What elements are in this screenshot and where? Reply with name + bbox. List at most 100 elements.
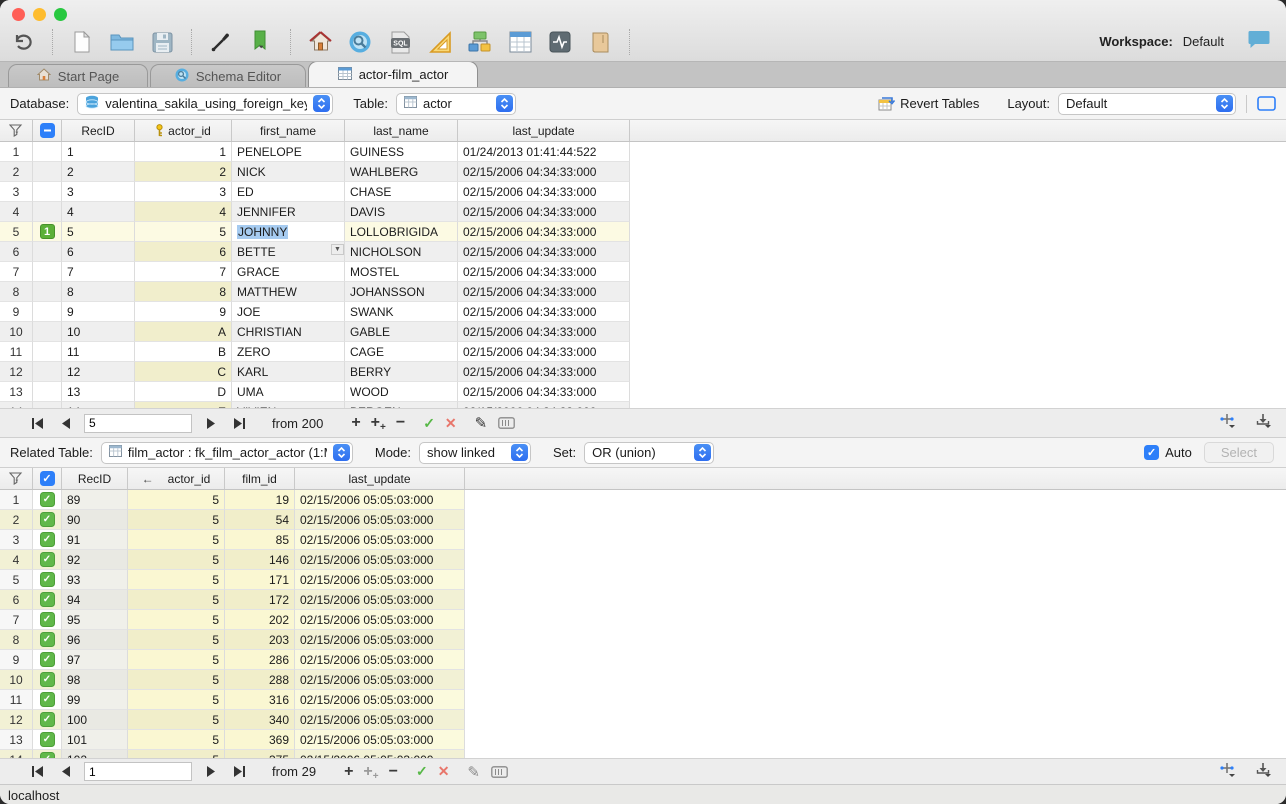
table-row[interactable]: 777GRACEMOSTEL02/15/2006 04:34:33:000 (0, 262, 1286, 282)
cell-film-id[interactable]: 19 (225, 490, 295, 510)
cell-last-name[interactable]: WAHLBERG (345, 162, 458, 182)
cell-recid[interactable]: 93 (62, 570, 128, 590)
cell-first-name[interactable]: BETTE (232, 242, 345, 262)
row-number[interactable]: 11 (0, 690, 33, 710)
row-select-cell[interactable]: ✓ (33, 570, 62, 590)
row-select-cell[interactable]: ✓ (33, 530, 62, 550)
delete-record-button[interactable]: − (389, 763, 398, 781)
table-row[interactable]: 3✓9158502/15/2006 05:05:03:000 (0, 530, 1286, 550)
cell-recid[interactable]: 8 (62, 282, 135, 302)
row-number[interactable]: 11 (0, 342, 33, 362)
cell-last-name[interactable]: SWANK (345, 302, 458, 322)
cell-actor-id[interactable]: 5 (128, 750, 225, 758)
cell-first-name[interactable]: JOHNNY (232, 222, 345, 242)
cell-recid[interactable]: 1 (62, 142, 135, 162)
cell-actor-id[interactable]: 5 (128, 510, 225, 530)
cell-last-name[interactable]: MOSTEL (345, 262, 458, 282)
previous-record-button[interactable] (56, 763, 74, 781)
tab-actor-film-actor[interactable]: actor-film_actor (308, 61, 478, 87)
tab-schema-editor[interactable]: Schema Editor (150, 64, 306, 87)
cell-recid[interactable]: 102 (62, 750, 128, 758)
cell-actor-id[interactable]: 8 (135, 282, 232, 302)
cell-film-id[interactable]: 340 (225, 710, 295, 730)
cell-film-id[interactable]: 375 (225, 750, 295, 758)
cell-recid[interactable]: 2 (62, 162, 135, 182)
add-record-copy-button[interactable]: ++ (371, 414, 386, 432)
cell-first-name[interactable]: JENNIFER (232, 202, 345, 222)
row-checkbox-checked-icon[interactable]: ✓ (40, 652, 55, 667)
record-form-view-icon[interactable] (497, 414, 515, 432)
cell-recid[interactable]: 4 (62, 202, 135, 222)
close-button[interactable] (12, 8, 25, 21)
cell-film-id[interactable]: 203 (225, 630, 295, 650)
cell-first-name[interactable]: KARL (232, 362, 345, 382)
row-checkbox-checked-icon[interactable]: ✓ (40, 592, 55, 607)
edit-record-button[interactable]: ✎ (475, 414, 488, 432)
cell-recid[interactable]: 98 (62, 670, 128, 690)
column-header-film-id[interactable]: film_id (225, 468, 295, 489)
table-row[interactable]: 222NICKWAHLBERG02/15/2006 04:34:33:000 (0, 162, 1286, 182)
row-checkbox-checked-icon[interactable]: ✓ (40, 692, 55, 707)
cell-actor-id[interactable]: 7 (135, 262, 232, 282)
cell-actor-id[interactable]: 5 (135, 222, 232, 242)
cell-actor-id[interactable]: C (135, 362, 232, 382)
row-select-cell[interactable] (33, 242, 62, 262)
add-record-copy-button[interactable]: ++ (363, 763, 378, 781)
bookmark-icon[interactable] (248, 29, 274, 55)
table-row[interactable]: 1✓8951902/15/2006 05:05:03:000 (0, 490, 1286, 510)
cell-actor-id[interactable]: 5 (128, 650, 225, 670)
cell-last-update[interactable]: 02/15/2006 04:34:33:000 (458, 362, 630, 382)
schema-editor-icon[interactable] (347, 29, 373, 55)
cell-actor-id[interactable]: 5 (128, 550, 225, 570)
cell-film-id[interactable]: 171 (225, 570, 295, 590)
cell-last-name[interactable]: CAGE (345, 342, 458, 362)
previous-record-button[interactable] (56, 414, 74, 432)
cell-actor-id[interactable]: 5 (128, 630, 225, 650)
row-number[interactable]: 10 (0, 670, 33, 690)
row-number[interactable]: 14 (0, 750, 33, 758)
row-select-cell[interactable] (33, 362, 62, 382)
export-records-icon[interactable] (1256, 413, 1272, 433)
cell-recid[interactable]: 100 (62, 710, 128, 730)
record-form-view-icon[interactable] (490, 763, 508, 781)
add-record-button[interactable]: + (351, 414, 360, 432)
cell-last-update[interactable]: 02/15/2006 04:34:33:000 (458, 262, 630, 282)
row-number[interactable]: 1 (0, 142, 33, 162)
cell-actor-id[interactable]: 5 (128, 730, 225, 750)
diagram-icon[interactable] (467, 29, 493, 55)
cell-editor-dropdown-icon[interactable]: ▼ (331, 244, 344, 255)
table-row[interactable]: 9✓97528602/15/2006 05:05:03:000 (0, 650, 1286, 670)
row-checkbox-checked-icon[interactable]: ✓ (40, 632, 55, 647)
column-header-first-name[interactable]: first_name (232, 120, 345, 141)
cell-recid[interactable]: 89 (62, 490, 128, 510)
cell-first-name[interactable]: MATTHEW (232, 282, 345, 302)
next-record-button[interactable] (202, 414, 220, 432)
column-header-last-update[interactable]: last_update (458, 120, 630, 141)
row-select-cell[interactable]: ✓ (33, 690, 62, 710)
record-position-input[interactable] (84, 414, 192, 433)
column-header-actor-id[interactable]: ← actor_id (128, 468, 225, 489)
row-select-cell[interactable]: ✓ (33, 550, 62, 570)
add-record-button[interactable]: + (344, 763, 353, 781)
cell-first-name[interactable]: GRACE (232, 262, 345, 282)
last-record-button[interactable] (230, 414, 248, 432)
cancel-changes-button[interactable]: ✕ (445, 415, 457, 432)
cell-last-update[interactable]: 02/15/2006 05:05:03:000 (295, 530, 465, 550)
table-row[interactable]: 1010ACHRISTIANGABLE02/15/2006 04:34:33:0… (0, 322, 1286, 342)
table-row[interactable]: 4✓92514602/15/2006 05:05:03:000 (0, 550, 1286, 570)
cell-recid[interactable]: 90 (62, 510, 128, 530)
cell-last-update[interactable]: 02/15/2006 05:05:03:000 (295, 630, 465, 650)
cell-first-name[interactable]: ZERO (232, 342, 345, 362)
row-checkbox-checked-icon[interactable]: ✓ (40, 492, 55, 507)
row-select-cell[interactable]: ✓ (33, 710, 62, 730)
column-header-last-update[interactable]: last_update (295, 468, 465, 489)
cell-last-name[interactable]: DAVIS (345, 202, 458, 222)
row-number[interactable]: 3 (0, 530, 33, 550)
cell-recid[interactable]: 6 (62, 242, 135, 262)
cell-film-id[interactable]: 369 (225, 730, 295, 750)
table-row[interactable]: 5155JOHNNYLOLLOBRIGIDA02/15/2006 04:34:3… (0, 222, 1286, 242)
delete-record-button[interactable]: − (396, 414, 405, 432)
cell-last-name[interactable]: BERRY (345, 362, 458, 382)
table-row[interactable]: 888MATTHEWJOHANSSON02/15/2006 04:34:33:0… (0, 282, 1286, 302)
row-select-cell[interactable] (33, 322, 62, 342)
